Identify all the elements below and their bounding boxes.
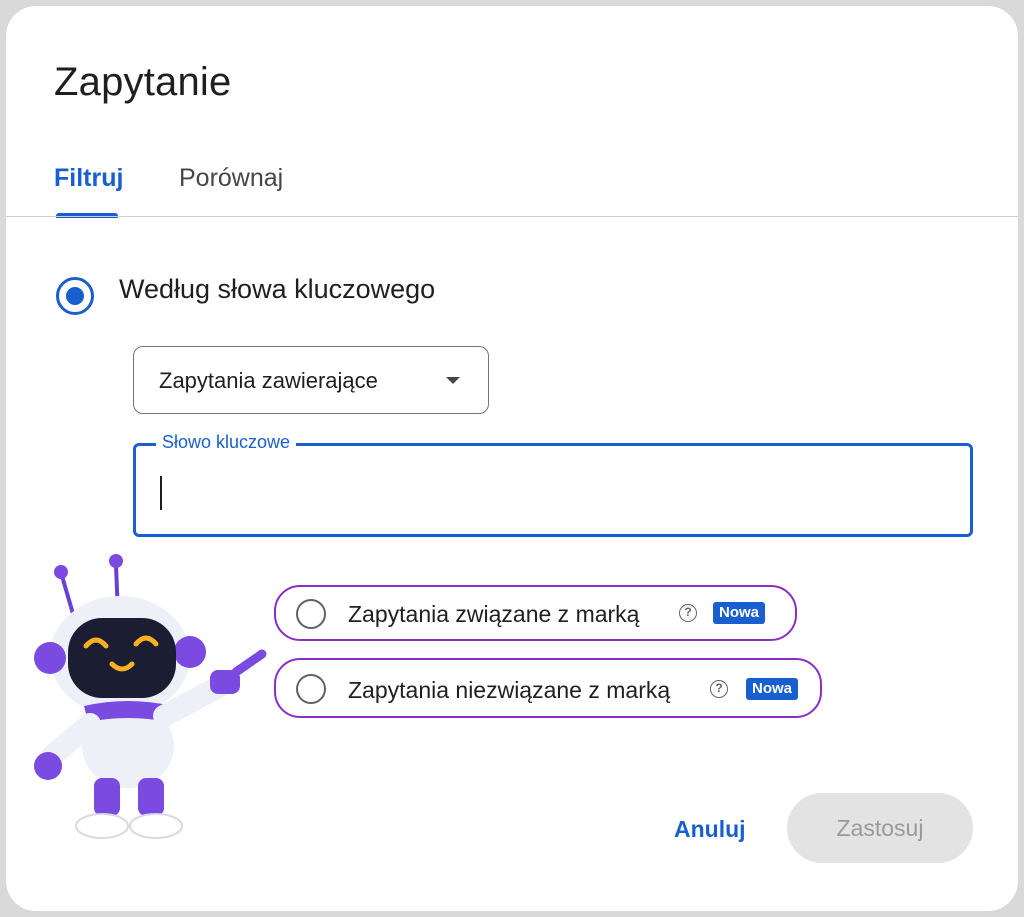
branded-queries-option[interactable]: Zapytania związane z marką ? Nowa: [274, 585, 797, 641]
apply-button[interactable]: Zastosuj: [787, 793, 973, 863]
query-dialog: Zapytanie Filtruj Porównaj Według słowa …: [6, 6, 1018, 911]
help-circle-icon[interactable]: ?: [679, 604, 697, 622]
tab-compare[interactable]: Porównaj: [179, 164, 283, 193]
match-type-value: Zapytania zawierające: [159, 368, 378, 393]
match-type-select[interactable]: Zapytania zawierające: [133, 346, 489, 414]
tabs-divider: [6, 216, 1018, 217]
branded-queries-radio[interactable]: [296, 599, 326, 629]
cancel-button[interactable]: Anuluj: [674, 816, 746, 843]
new-badge: Nowa: [713, 602, 766, 624]
non-branded-queries-label: Zapytania niezwiązane z marką: [348, 677, 671, 703]
keyword-field-label: Słowo kluczowe: [156, 432, 297, 453]
robot-mascot-icon: [34, 554, 267, 839]
text-caret: [160, 476, 162, 510]
caret-down-icon: [446, 377, 460, 384]
keyword-radio[interactable]: [56, 277, 94, 315]
non-branded-queries-option[interactable]: Zapytania niezwiązane z marką ? Nowa: [274, 658, 822, 718]
tab-filter[interactable]: Filtruj: [54, 164, 123, 193]
keyword-field[interactable]: Słowo kluczowe: [133, 432, 973, 537]
help-circle-icon[interactable]: ?: [710, 680, 728, 698]
dialog-title: Zapytanie: [54, 60, 232, 104]
keyword-radio-label[interactable]: Według słowa kluczowego: [119, 274, 435, 305]
new-badge: Nowa: [746, 678, 799, 700]
non-branded-queries-radio[interactable]: [296, 674, 326, 704]
branded-queries-label: Zapytania związane z marką: [348, 601, 640, 627]
keyword-input[interactable]: [156, 470, 940, 512]
tab-bar: Filtruj Porównaj: [6, 156, 1018, 218]
